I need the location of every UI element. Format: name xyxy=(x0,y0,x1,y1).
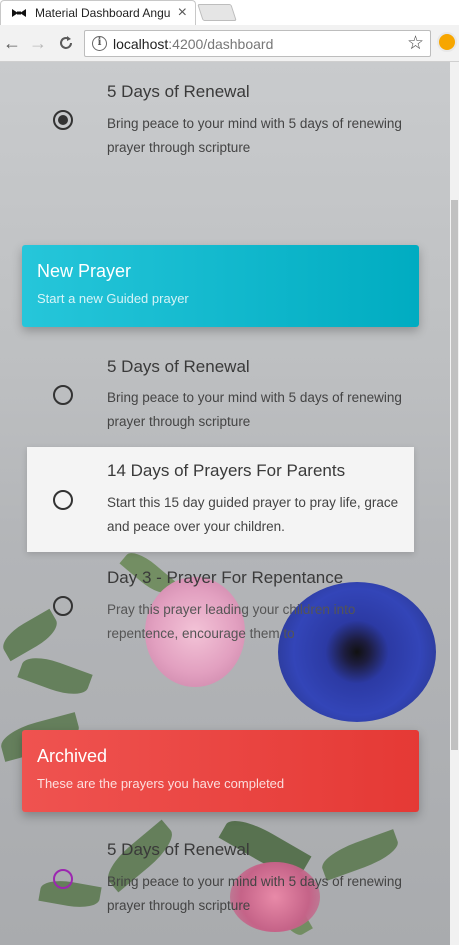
card-title: Archived xyxy=(37,746,108,766)
url-text: localhost:4200/dashboard xyxy=(113,36,274,52)
list-item[interactable]: 5 Days of Renewal Bring peace to your mi… xyxy=(0,347,450,437)
scrollbar-thumb[interactable] xyxy=(451,200,458,750)
address-bar[interactable]: i localhost:4200/dashboard ☆ xyxy=(84,30,431,57)
forward-arrow-icon[interactable]: → xyxy=(26,31,50,55)
extension-icon[interactable] xyxy=(437,32,457,52)
prayer-description: Start this 15 day guided prayer to pray … xyxy=(107,495,399,534)
new-prayer-card-header: New Prayer Start a new Guided prayer xyxy=(22,245,419,327)
list-item[interactable]: Day 3 - Prayer For Repentance Pray this … xyxy=(0,562,450,652)
back-arrow-icon[interactable]: ← xyxy=(0,31,24,55)
card-subtitle: Start a new Guided prayer xyxy=(37,291,189,306)
browser-tab[interactable]: Material Dashboard Angu × xyxy=(0,0,196,25)
prayer-title: Day 3 - Prayer For Repentance xyxy=(107,568,344,587)
bookmark-star-icon[interactable]: ☆ xyxy=(407,32,424,55)
radio-button[interactable] xyxy=(53,385,73,405)
new-tab-button[interactable] xyxy=(197,4,237,21)
reload-icon[interactable] xyxy=(54,31,78,55)
radio-button[interactable] xyxy=(53,110,73,130)
list-item[interactable]: 14 Days of Prayers For Parents Start thi… xyxy=(0,447,450,552)
prayer-description: Bring peace to your mind with 5 days of … xyxy=(107,874,402,913)
radio-button[interactable] xyxy=(53,869,73,889)
prayer-title: 5 Days of Renewal xyxy=(107,840,250,859)
list-item[interactable]: 5 Days of Renewal Bring peace to your mi… xyxy=(0,832,450,932)
scrollbar[interactable] xyxy=(450,62,459,945)
prayer-description: Bring peace to your mind with 5 days of … xyxy=(107,390,402,429)
browser-tabbar: Material Dashboard Angu × xyxy=(0,0,459,25)
prayer-description: Pray this prayer leading your children i… xyxy=(107,602,356,641)
tab-title: Material Dashboard Angu xyxy=(35,6,171,20)
card-subtitle: These are the prayers you have completed xyxy=(37,776,285,791)
browser-toolbar: ← → i localhost:4200/dashboard ☆ xyxy=(0,25,459,62)
prayer-title: 5 Days of Renewal xyxy=(107,357,250,376)
list-item[interactable]: 5 Days of Renewal Bring peace to your mi… xyxy=(0,62,450,182)
prayer-description: Bring peace to your mind with 5 days of … xyxy=(107,116,402,155)
prayer-title: 14 Days of Prayers For Parents xyxy=(107,461,346,480)
archived-card-header: Archived These are the prayers you have … xyxy=(22,730,419,812)
tab-close-icon[interactable]: × xyxy=(178,3,187,23)
page-viewport: 5 Days of Renewal Bring peace to your mi… xyxy=(0,62,459,945)
card-title: New Prayer xyxy=(37,261,132,281)
radio-button[interactable] xyxy=(53,490,73,510)
radio-button[interactable] xyxy=(53,596,73,616)
bowtie-icon xyxy=(12,9,26,17)
info-icon[interactable]: i xyxy=(92,36,107,51)
prayer-title: 5 Days of Renewal xyxy=(107,82,250,101)
